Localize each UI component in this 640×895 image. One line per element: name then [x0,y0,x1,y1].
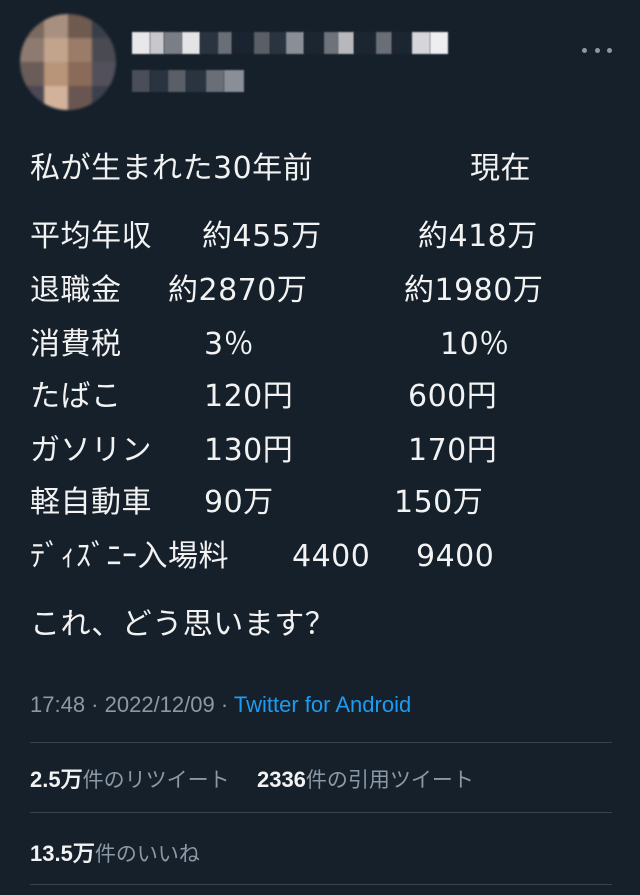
divider [30,884,612,885]
question-text: これ、どう思います？ [30,607,336,642]
meta-separator: · [85,692,105,717]
retweets-stat[interactable]: 2.5万件のリツイート [30,767,230,792]
quotes-stat[interactable]: 2336件の引用ツイート [256,767,474,792]
row-then: 130円 [204,433,294,468]
quotes-label: 件の引用ツイート [305,768,474,792]
row-label: たばこ [30,379,122,414]
retweets-count: 2.5万 [30,767,83,792]
row-now: 約418万 [418,219,538,254]
row-then: 約2870万 [168,273,308,308]
row-label: 退職金 [30,273,122,308]
username-redacted[interactable] [132,70,244,92]
avatar[interactable] [20,14,116,110]
row-now: 150万 [394,485,484,520]
row-now: 9400 [416,539,495,574]
stats-row: 2.5万件のリツイート 2336件の引用ツイート [30,762,474,794]
display-name-redacted[interactable] [132,32,448,54]
tweet-header [0,0,640,130]
divider [30,812,612,813]
meta-separator: · [214,692,234,717]
row-now: 約1980万 [404,273,544,308]
more-horizontal-icon[interactable] [582,42,612,58]
row-then: 3％ [204,327,255,362]
divider [30,742,612,743]
row-then: 4400 [292,539,371,574]
quotes-count: 2336 [256,767,306,792]
likes-label: 件のいいね [94,842,200,866]
likes-count: 13.5万 [30,841,95,866]
now-header: 現在 [470,151,531,186]
likes-row: 13.5万件のいいね [30,836,200,868]
row-now: 10％ [440,327,510,362]
tweet-date[interactable]: 2022/12/09 [105,692,215,717]
row-label: 軽自動車 [30,485,152,520]
row-label: ﾃﾞｨｽﾞﾆｰ入場料 [30,539,229,574]
row-label: 平均年収 [30,219,152,254]
row-now: 170円 [408,433,498,468]
tweet-meta: 17:48 · 2022/12/09 · Twitter for Android [30,692,411,718]
retweets-label: 件のリツイート [82,768,230,792]
row-now: 600円 [408,379,498,414]
likes-stat[interactable]: 13.5万件のいいね [30,841,200,866]
row-then: 120円 [204,379,294,414]
row-then: 約455万 [202,219,322,254]
row-label: 消費税 [30,327,122,362]
row-label: ガソリン [30,433,152,468]
intro-text: 私が生まれた30年前 [30,151,314,186]
tweet-time[interactable]: 17:48 [30,692,85,717]
tweet-source[interactable]: Twitter for Android [234,692,411,717]
row-then: 90万 [204,485,274,520]
